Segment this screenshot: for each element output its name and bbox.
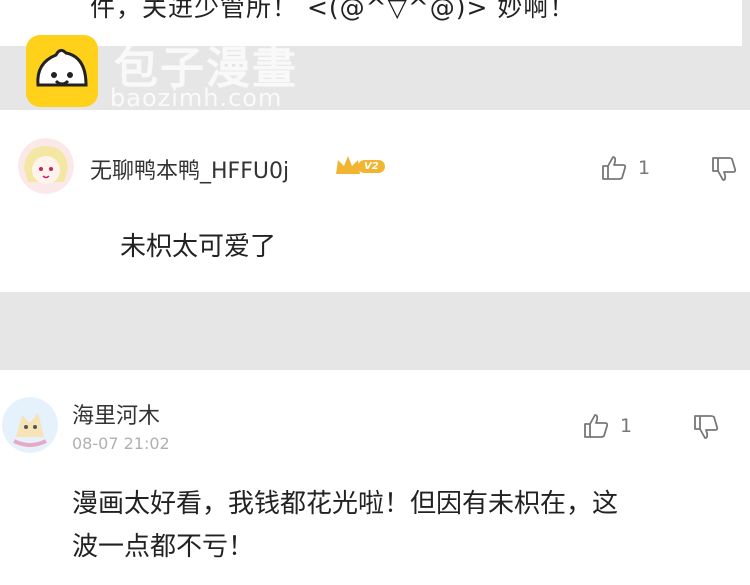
dislike-button[interactable]	[710, 155, 738, 187]
thumbs-up-icon	[584, 414, 609, 438]
like-count: 1	[638, 157, 651, 179]
comment-card: 海里河木 08-07 21:02 1 漫画太好看，我钱都花光啦！但因有未枳在，这…	[0, 370, 750, 585]
thumbs-down-icon	[712, 157, 737, 181]
thumbs-down-icon	[694, 415, 719, 439]
comment-text: 件，关进少管所！ <(@^▽^@)> 妙啊！	[90, 0, 576, 22]
thumbs-up-icon	[602, 156, 627, 180]
watermark-logo	[26, 35, 98, 107]
level-badge: V2	[334, 154, 385, 178]
like-button[interactable]: 1	[582, 412, 632, 440]
watermark-url: baozimh.com	[110, 84, 283, 112]
separator-band	[0, 292, 750, 370]
username[interactable]: 海里河木	[72, 398, 160, 430]
timestamp: 08-07 21:02	[72, 434, 170, 453]
username[interactable]: 无聊鸭本鸭_HFFU0j	[90, 153, 289, 185]
like-count: 1	[620, 415, 633, 437]
comment-text-line-2: 波一点都不亏！	[72, 532, 255, 562]
comment-card: 无聊鸭本鸭_HFFU0j V2 1 未枳太可爱了	[0, 110, 750, 292]
like-button[interactable]: 1	[600, 154, 650, 182]
bun-face-icon	[36, 48, 88, 87]
comment-text-line-1: 漫画太好看，我钱都花光啦！但因有未枳在，这	[72, 489, 619, 519]
avatar[interactable]	[2, 397, 58, 453]
comment-text: 未枳太可爱了	[120, 232, 277, 262]
dislike-button[interactable]	[692, 413, 720, 445]
comment-card-partial: 件，关进少管所！ <(@^▽^@)> 妙啊！	[0, 0, 742, 46]
avatar[interactable]	[18, 138, 74, 194]
vip-level-label: V2	[358, 159, 385, 173]
